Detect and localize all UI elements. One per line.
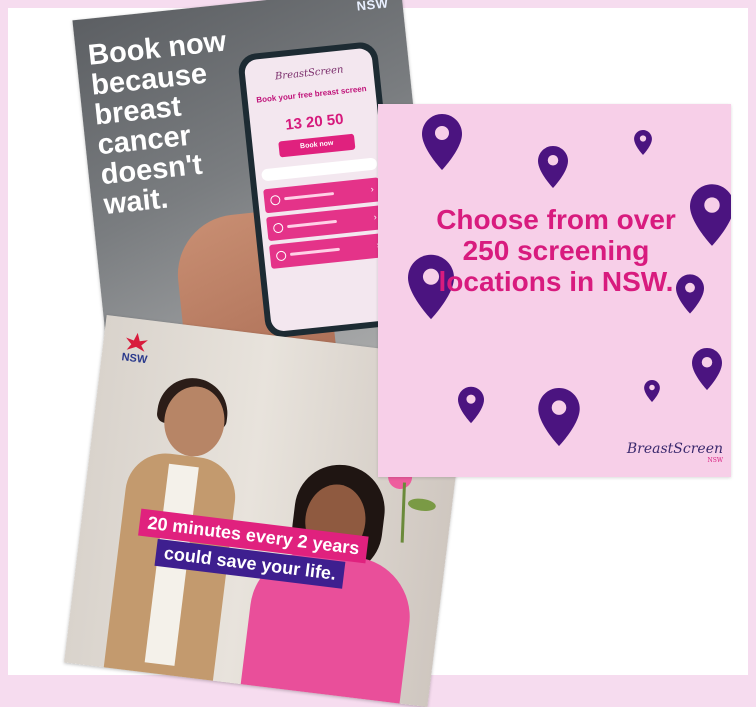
map-pin-icon (690, 184, 731, 246)
menu-label-bar (284, 192, 335, 201)
phone-number: 13 20 50 (284, 110, 345, 134)
locations-ad-card: Choose from over 250 screening locations… (378, 104, 731, 477)
map-pin-icon (422, 114, 462, 170)
app-logo: BreastScreen (274, 64, 344, 83)
menu-icon (269, 194, 281, 206)
nsw-logo-text: NSW (120, 351, 148, 367)
locations-headline: Choose from over 250 screening locations… (436, 204, 676, 297)
find-location-row[interactable] (261, 157, 378, 182)
menu-icon (272, 222, 284, 234)
chevron-right-icon: › (373, 211, 378, 222)
brand-name: BreastScreen (626, 441, 723, 457)
waratah-logo-icon (126, 332, 148, 352)
nsw-logo-text: NSW (355, 0, 390, 14)
menu-label-bar (289, 247, 340, 256)
book-prompt: Book your free breast screen (255, 84, 367, 105)
phone-screen: BreastScreen Book your free breast scree… (243, 47, 400, 333)
menu-label-bar (287, 219, 338, 229)
map-pin-icon (692, 348, 722, 390)
map-pin-icon (676, 274, 704, 314)
map-pin-icon (644, 380, 660, 402)
brand-sub: NSW (707, 457, 723, 464)
map-pin-icon (458, 386, 484, 424)
breastscreen-logo: BreastScreen NSW (626, 441, 723, 464)
map-pin-icon (538, 388, 580, 446)
map-pin-icon (538, 146, 568, 188)
menu-icon (275, 250, 287, 262)
map-pin-icon (634, 130, 652, 155)
chevron-right-icon: › (370, 183, 375, 195)
book-now-button[interactable]: Book now (278, 133, 356, 158)
ad-headline: Book now because breast cancer doesn't w… (86, 25, 228, 222)
collage-sheet: NSW Book now because breast cancer doesn… (8, 0, 748, 707)
